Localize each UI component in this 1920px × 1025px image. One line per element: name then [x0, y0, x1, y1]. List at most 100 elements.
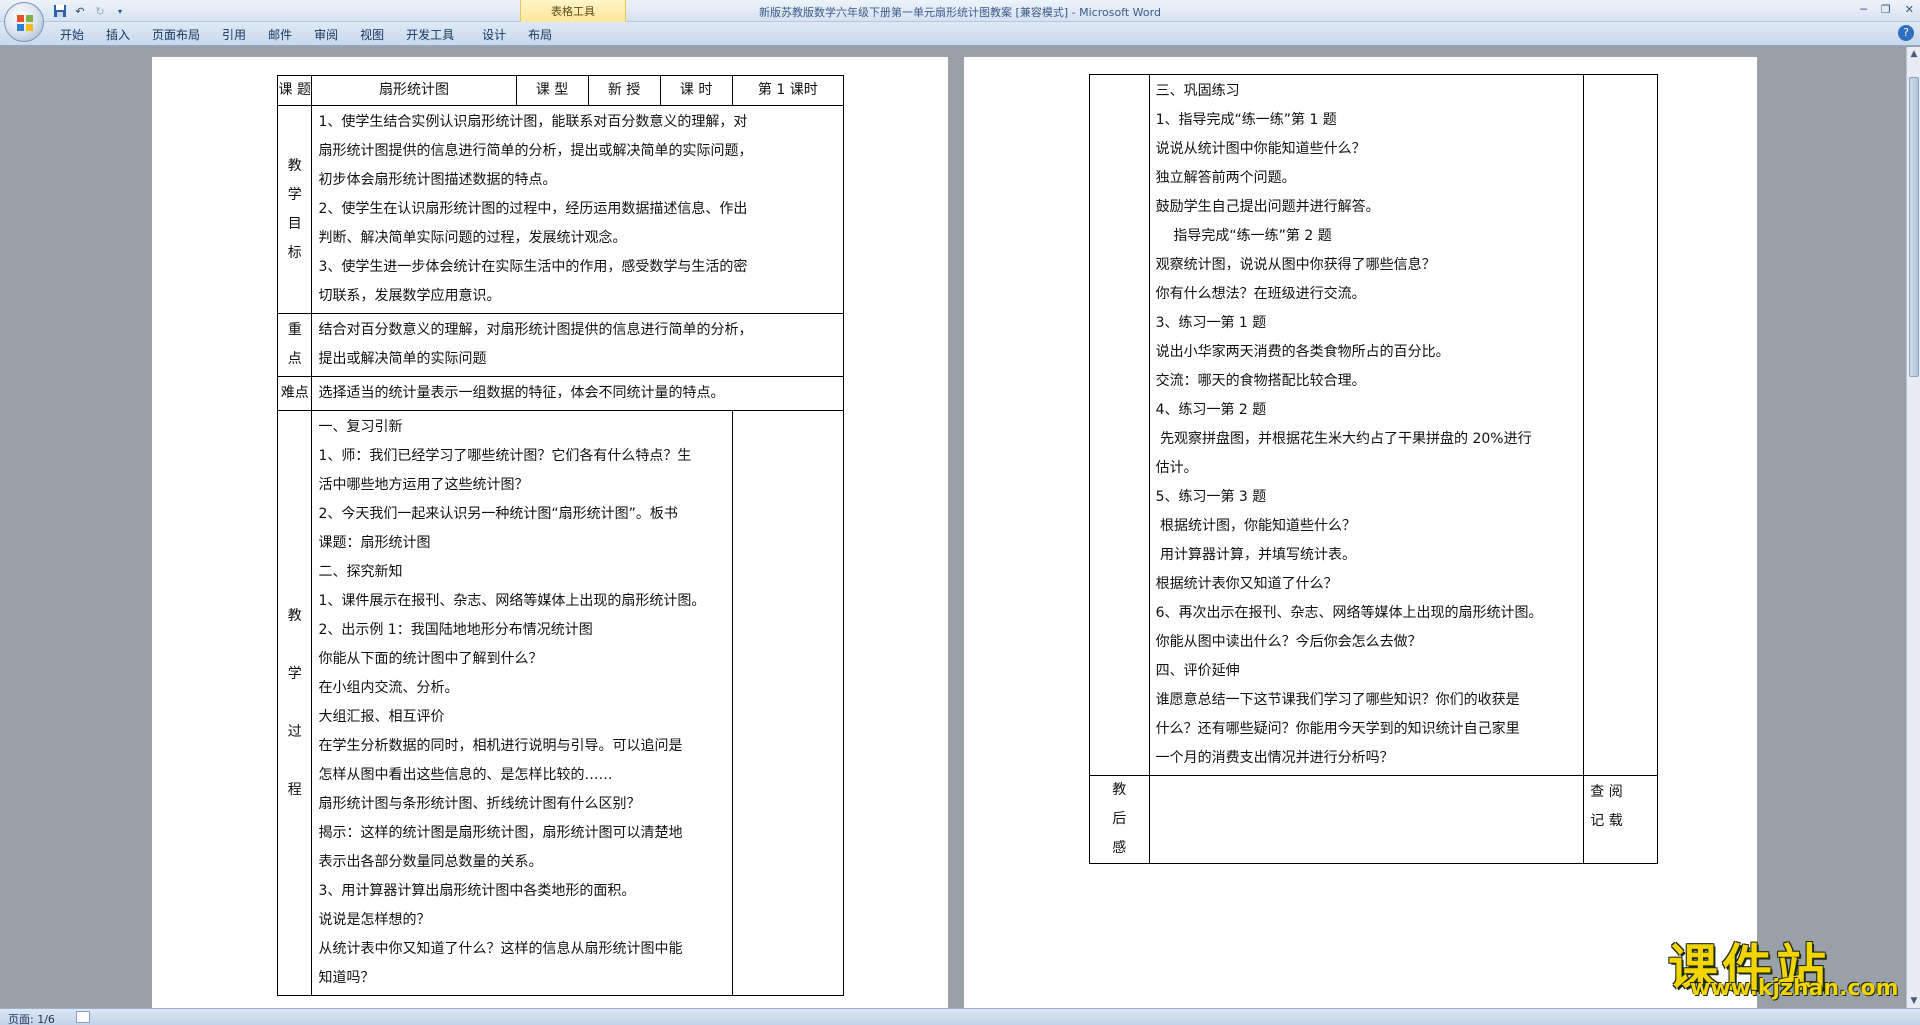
- close-icon[interactable]: ✕: [1905, 3, 1914, 16]
- site-watermark: 课件站 www.kjzhan.com: [1668, 928, 1908, 1006]
- office-logo-icon: [17, 15, 33, 31]
- document-workspace[interactable]: 课 题 扇形统计图 课 型 新 授 课 时 第 1 课时 教 学 目 标 1、使…: [0, 47, 1906, 1008]
- review-label-line: 记 载: [1590, 813, 1623, 829]
- help-icon[interactable]: ?: [1898, 25, 1914, 41]
- cell-period-label[interactable]: 课 时: [659, 75, 733, 106]
- restore-icon[interactable]: ❐: [1881, 3, 1891, 16]
- goal-line: 初步体会扇形统计图描述数据的特点。: [318, 172, 557, 188]
- cell-type-label[interactable]: 课 型: [515, 75, 589, 106]
- minimize-icon[interactable]: ─: [1860, 3, 1867, 16]
- process-label-char: 过: [287, 724, 302, 740]
- tab-home[interactable]: 开始: [48, 27, 95, 43]
- goals-label-char: 教: [287, 157, 302, 174]
- goals-label-char: 目: [287, 215, 302, 232]
- cell-difficulty-text[interactable]: 选择适当的统计量表示一组数据的特征，体会不同统计量的特点。: [311, 376, 844, 411]
- goal-line: 扇形统计图提供的信息进行简单的分析，提出或解决简单的实际问题，: [318, 143, 753, 159]
- scroll-up-icon[interactable]: ▲: [1907, 47, 1920, 61]
- type-value: 新 授: [607, 82, 641, 98]
- cell-keypoints-text[interactable]: 结合对百分数意义的理解，对扇形统计图提供的信息进行简单的分析， 提出或解决简单的…: [311, 313, 844, 377]
- process-line: 1、课件展示在报刊、杂志、网络等媒体上出现的扇形统计图。: [318, 593, 706, 609]
- scroll-thumb[interactable]: [1909, 77, 1919, 377]
- cell-topic-value[interactable]: 扇形统计图: [311, 75, 517, 106]
- goals-label-char: 标: [287, 244, 302, 261]
- vertical-scrollbar[interactable]: ▲ ▼: [1906, 47, 1920, 1008]
- process-line: 从统计表中你又知道了什么？这样的信息从扇形统计图中能: [318, 941, 683, 957]
- practice-line: 你有什么想法？在班级进行交流。: [1155, 286, 1366, 302]
- tab-layout[interactable]: 布局: [517, 27, 563, 43]
- tab-insert[interactable]: 插入: [95, 27, 141, 43]
- process-line: 说说是怎样想的？: [318, 912, 431, 928]
- cell-process-text[interactable]: 一、复习引新 1、师：我们已经学习了哪些统计图？它们各有什么特点？生 活中哪些地…: [311, 410, 733, 996]
- practice-line: 用计算器计算，并填写统计表。: [1155, 547, 1357, 563]
- cell-period-value[interactable]: 第 1 课时: [731, 75, 845, 106]
- customize-qat-icon[interactable]: ▾: [112, 3, 128, 19]
- process-label-char: 学: [287, 666, 302, 682]
- cell-right-label[interactable]: [1089, 74, 1150, 776]
- tab-design[interactable]: 设计: [471, 27, 517, 43]
- tab-page-layout[interactable]: 页面布局: [141, 27, 211, 43]
- practice-line: 5、练习一第 3 题: [1155, 489, 1267, 505]
- process-line: 2、出示例 1：我国陆地地形分布情况统计图: [318, 622, 593, 638]
- tab-mailings[interactable]: 邮件: [257, 27, 303, 43]
- process-line: 知道吗？: [318, 970, 375, 986]
- cell-goals-label[interactable]: 教 学 目 标: [276, 105, 313, 314]
- cell-type-value[interactable]: 新 授: [587, 75, 661, 106]
- office-button[interactable]: [4, 2, 44, 42]
- cell-goals-text[interactable]: 1、使学生结合实例认识扇形统计图，能联系对百分数意义的理解，对 扇形统计图提供的…: [311, 105, 844, 314]
- practice-line: 6、再次出示在报刊、杂志、网络等媒体上出现的扇形统计图。: [1155, 605, 1543, 621]
- window-controls: ─ ❐ ✕: [1860, 3, 1914, 16]
- window-title: 新版苏教版数学六年级下册第一单元扇形统计图教案 [兼容模式] - Microso…: [759, 6, 1161, 19]
- page-count[interactable]: 页面: 1/6: [8, 1011, 55, 1025]
- topic-value: 扇形统计图: [379, 82, 449, 98]
- lesson-table-left: 课 题 扇形统计图 课 型 新 授 课 时 第 1 课时 教 学 目 标 1、使…: [276, 75, 845, 996]
- context-tab-label: 表格工具: [551, 5, 595, 18]
- practice-line: 说出小华家两天消费的各类食物所占的百分比。: [1155, 344, 1450, 360]
- undo-icon[interactable]: ↶: [72, 3, 88, 19]
- cell-right-notes[interactable]: [1583, 74, 1658, 776]
- cell-topic-label[interactable]: 课 题: [276, 75, 313, 106]
- process-line: 大组汇报、相互评价: [318, 709, 445, 725]
- reflection-label-char: 感: [1112, 840, 1127, 856]
- cell-process-notes[interactable]: [731, 410, 845, 996]
- process-line: 2、今天我们一起来认识另一种统计图“扇形统计图”。板书: [318, 506, 678, 522]
- cell-keypoints-label[interactable]: 重 点: [276, 313, 313, 377]
- cell-reflection-label[interactable]: 教 后 感: [1089, 775, 1150, 864]
- process-line: 在小组内交流、分析。: [318, 680, 459, 696]
- process-line: 扇形统计图与条形统计图、折线统计图有什么区别？: [318, 796, 641, 812]
- tab-references[interactable]: 引用: [211, 27, 257, 43]
- tab-view[interactable]: 视图: [349, 27, 395, 43]
- practice-line: 三、巩固练习: [1155, 83, 1240, 99]
- process-line: 活中哪些地方运用了这些统计图？: [318, 477, 529, 493]
- goal-line: 3、使学生进一步体会统计在实际生活中的作用，感受数学与生活的密: [318, 259, 748, 275]
- save-icon[interactable]: [52, 3, 68, 19]
- scroll-down-icon[interactable]: ▼: [1907, 994, 1920, 1008]
- watermark-url: www.kjzhan.com: [1690, 976, 1899, 1001]
- process-line: 3、用计算器计算出扇形统计图中各类地形的面积。: [318, 883, 636, 899]
- tab-developer[interactable]: 开发工具: [395, 27, 465, 43]
- practice-line: 独立解答前两个问题。: [1155, 170, 1296, 186]
- process-line: 一、复习引新: [318, 419, 403, 435]
- cell-difficulty-label[interactable]: 难点: [276, 376, 313, 411]
- cell-practice-text[interactable]: 三、巩固练习 1、指导完成“练一练”第 1 题 说说从统计图中你能知道些什么？ …: [1148, 74, 1585, 776]
- quick-access-toolbar: ↶ ↻ ▾: [52, 2, 128, 20]
- redo-icon[interactable]: ↻: [92, 3, 108, 19]
- practice-line: 先观察拼盘图，并根据花生米大约占了干果拼盘的 20%进行: [1155, 431, 1532, 447]
- practice-line: 四、评价延伸: [1155, 663, 1240, 679]
- period-label: 课 时: [679, 82, 713, 98]
- practice-line: 3、练习一第 1 题: [1155, 315, 1267, 331]
- process-label-char: 程: [287, 782, 302, 798]
- cell-process-label[interactable]: 教 学 过 程: [276, 410, 313, 996]
- process-line: 你能从下面的统计图中了解到什么？: [318, 651, 543, 667]
- practice-line: 一个月的消费支出情况并进行分析吗？: [1155, 750, 1394, 766]
- cell-review-record[interactable]: 查 阅 记 载: [1583, 775, 1658, 864]
- page-2[interactable]: 三、巩固练习 1、指导完成“练一练”第 1 题 说说从统计图中你能知道些什么？ …: [964, 57, 1757, 1008]
- ribbon-tabs: 开始 插入 页面布局 引用 邮件 审阅 视图 开发工具 设计 布局: [48, 27, 563, 43]
- tab-review[interactable]: 审阅: [303, 27, 349, 43]
- reflection-label-char: 后: [1112, 811, 1127, 827]
- practice-line: 什么？还有哪些疑问？你能用今天学到的知识统计自己家里: [1155, 721, 1520, 737]
- spelling-check-icon[interactable]: [76, 1011, 90, 1023]
- process-line: 1、师：我们已经学习了哪些统计图？它们各有什么特点？生: [318, 448, 692, 464]
- cell-reflection-text[interactable]: [1148, 775, 1585, 864]
- period-value: 第 1 课时: [757, 82, 818, 98]
- page-1[interactable]: 课 题 扇形统计图 课 型 新 授 课 时 第 1 课时 教 学 目 标 1、使…: [152, 57, 948, 1008]
